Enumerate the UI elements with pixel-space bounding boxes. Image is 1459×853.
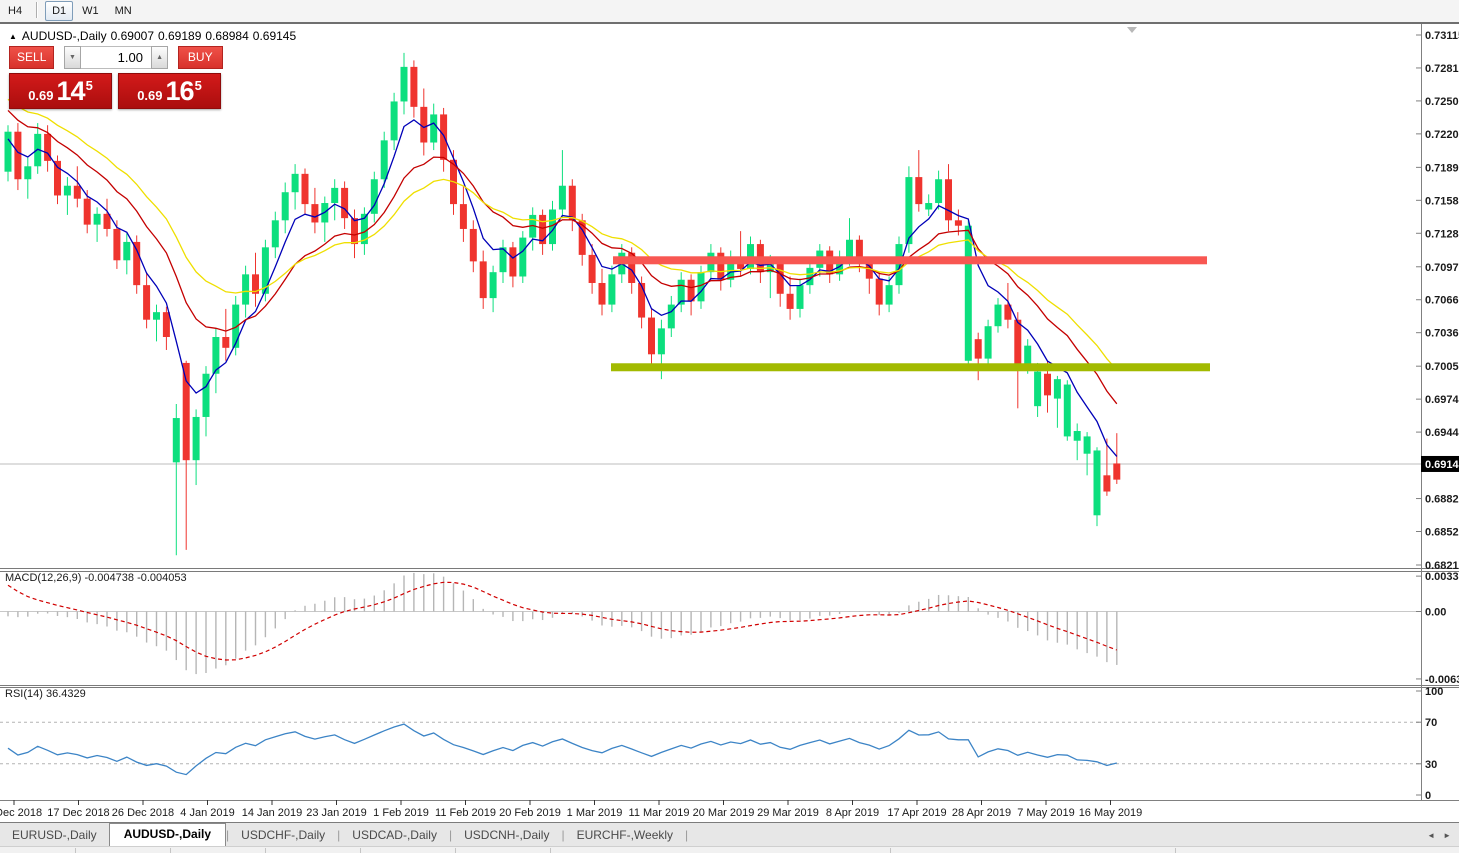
- tab-usdchf-daily[interactable]: USDCHF-,Daily: [229, 825, 337, 846]
- macd-axis-label: -0.006325: [1425, 674, 1459, 686]
- price-axis-label: 0.70360: [1425, 328, 1459, 340]
- sell-price-sup: 5: [85, 77, 93, 93]
- current-price-tag-text: 0.69145: [1425, 459, 1459, 471]
- ohlc-open: 0.69007: [110, 29, 154, 43]
- toolbar-separator: [36, 2, 39, 18]
- time-axis-label: 26 Dec 2018: [112, 807, 174, 819]
- macd-axis-label: 0.00: [1425, 607, 1446, 619]
- sell-price-big: 14: [56, 75, 86, 106]
- rsi-axis-label: 70: [1425, 717, 1437, 729]
- price-axis-label: 0.72505: [1425, 96, 1459, 108]
- macd-axis-label: 0.003319: [1425, 571, 1459, 583]
- buy-price-big: 16: [165, 75, 195, 106]
- price-axis-label: 0.70970: [1425, 262, 1459, 274]
- chart-symbol-label: AUDUSD-,Daily: [21, 29, 107, 43]
- price-axis-label: 0.70050: [1425, 361, 1459, 373]
- time-axis-label: 16 May 2019: [1079, 807, 1143, 819]
- tab-usdcad-daily[interactable]: USDCAD-,Daily: [340, 825, 449, 846]
- timeframe-toolbar: H4 D1 W1 MN: [0, 0, 1459, 24]
- tab-eurusd-daily[interactable]: EURUSD-,Daily: [0, 825, 109, 846]
- time-axis-label: 28 Apr 2019: [952, 807, 1011, 819]
- timeframe-button-d1[interactable]: D1: [45, 1, 74, 21]
- sell-button[interactable]: SELL: [9, 46, 55, 69]
- time-axis-label: 11 Mar 2019: [629, 807, 690, 819]
- time-axis-label: 4 Jan 2019: [180, 807, 234, 819]
- ohlc-close: 0.69145: [252, 29, 297, 43]
- tab-eurchf-weekly[interactable]: EURCHF-,Weekly: [565, 825, 685, 846]
- status-pane-divider: [550, 848, 551, 853]
- buy-price-sup: 5: [194, 77, 202, 93]
- tab-scroll-left-button[interactable]: ◄: [1427, 831, 1435, 840]
- time-axis-label: 20 Feb 2019: [499, 807, 561, 819]
- rsi-indicator-label: RSI(14) 36.4329: [5, 688, 86, 700]
- sell-price-tile[interactable]: 0.69 14 5: [9, 73, 112, 109]
- status-pane-divider: [170, 848, 171, 853]
- status-pane-divider: [265, 848, 266, 853]
- rsi-axis-label: 0: [1425, 790, 1431, 802]
- timeframe-button-w1[interactable]: W1: [75, 1, 106, 21]
- price-axis-label: 0.69745: [1425, 394, 1459, 406]
- price-axis-label: 0.71585: [1425, 195, 1459, 207]
- price-axis-label: 0.69440: [1425, 427, 1459, 439]
- time-axis-label: 29 Mar 2019: [757, 807, 819, 819]
- buy-button[interactable]: BUY: [177, 46, 223, 69]
- time-axis-label: 17 Apr 2019: [887, 807, 946, 819]
- chart-tab-bar: EURUSD-,Daily AUDUSD-,Daily | USDCHF-,Daily…: [0, 822, 1459, 846]
- status-pane-divider: [455, 848, 456, 853]
- time-axis-label: 11 Feb 2019: [435, 807, 496, 819]
- time-axis-label: 23 Jan 2019: [306, 807, 367, 819]
- rsi-axis-label: 100: [1425, 686, 1443, 698]
- status-pane-divider: [890, 848, 891, 853]
- time-axis-label: 14 Jan 2019: [242, 807, 303, 819]
- price-axis-label: 0.71890: [1425, 162, 1459, 174]
- timeframe-button-h4[interactable]: H4: [1, 1, 29, 21]
- price-axis-label: 0.68520: [1425, 527, 1459, 539]
- time-axis-label: 17 Dec 2018: [47, 807, 109, 819]
- ohlc-low: 0.68984: [205, 29, 249, 43]
- sell-price-prefix: 0.69: [28, 87, 54, 103]
- tab-scroll-right-button[interactable]: ►: [1443, 831, 1451, 840]
- time-axis-label: 20 Mar 2019: [693, 807, 755, 819]
- price-axis-label: 0.71280: [1425, 228, 1459, 240]
- status-pane-divider: [75, 848, 76, 853]
- chart-title: ▲ AUDUSD-,Daily 0.69007 0.69189 0.68984 0.691…: [9, 29, 300, 43]
- time-axis-label: 7 Dec 2018: [0, 807, 42, 819]
- resistance-line[interactable]: [613, 256, 1207, 265]
- time-axis-label: 1 Feb 2019: [373, 807, 429, 819]
- buy-price-prefix: 0.69: [137, 87, 163, 103]
- price-chart-canvas[interactable]: 0.73115 0.72810 0.72505 0.72200 0.71890 0.715…: [0, 24, 1459, 822]
- status-strip: [0, 846, 1459, 853]
- tab-usdcnh-daily[interactable]: USDCNH-,Daily: [452, 825, 561, 846]
- volume-increase-button[interactable]: ▲: [150, 46, 169, 69]
- trading-terminal-window: { "toolbar": { "timeframes": ["H4", "D1"…: [0, 0, 1459, 853]
- rsi-axis-label: 30: [1425, 759, 1437, 771]
- price-axis-label: 0.68825: [1425, 494, 1459, 506]
- ohlc-high: 0.69189: [158, 29, 202, 43]
- time-axis-label: 1 Mar 2019: [567, 807, 623, 819]
- timeframe-button-mn[interactable]: MN: [108, 1, 139, 21]
- price-axis-label: 0.72200: [1425, 129, 1459, 141]
- price-axis-label: 0.72810: [1425, 63, 1459, 75]
- support-line[interactable]: [611, 363, 1210, 372]
- time-axis-label: 8 Apr 2019: [826, 807, 879, 819]
- collapse-chart-icon[interactable]: ▲: [9, 32, 17, 41]
- tab-audusd-daily[interactable]: AUDUSD-,Daily: [108, 823, 227, 846]
- buy-price-tile[interactable]: 0.69 16 5: [118, 73, 221, 109]
- price-axis-label: 0.73115: [1425, 30, 1459, 42]
- volume-input[interactable]: [80, 46, 151, 69]
- one-click-trade-panel: SELL ▼ ▲ BUY 0.69 14 5 0.69 16 5: [9, 46, 223, 109]
- time-axis: 7 Dec 2018 17 Dec 201826 Dec 2018 4 Jan 20…: [0, 800, 1142, 819]
- time-axis-label: 7 May 2019: [1017, 807, 1074, 819]
- tab-separator: |: [685, 828, 689, 842]
- status-pane-divider: [360, 848, 361, 853]
- status-pane-divider: [1175, 848, 1176, 853]
- macd-indicator-label: MACD(12,26,9) -0.004738 -0.004053: [5, 572, 187, 584]
- price-axis-label: 0.70665: [1425, 295, 1459, 307]
- volume-decrease-button[interactable]: ▼: [63, 46, 81, 69]
